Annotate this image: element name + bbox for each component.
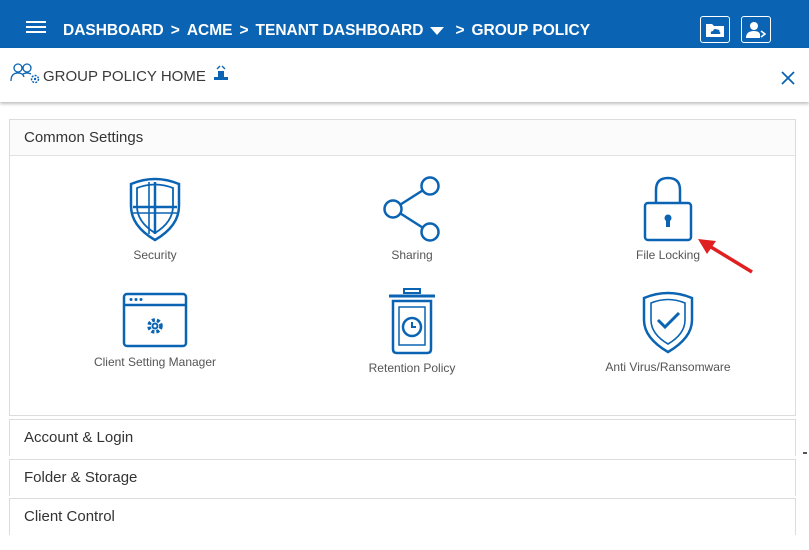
folder-storage-panel[interactable]: Folder & Storage (9, 459, 796, 496)
folder-storage-header[interactable]: Folder & Storage (10, 460, 795, 496)
settings-window-icon (122, 292, 188, 348)
hamburger-menu-icon[interactable] (26, 21, 46, 35)
breadcrumb-separator: > (239, 22, 249, 39)
user-arrow-icon (746, 21, 766, 38)
tile-client-setting-manager[interactable]: Client Setting Manager (55, 289, 255, 369)
account-login-header[interactable]: Account & Login (10, 420, 795, 456)
share-icon (383, 176, 440, 242)
user-switch-button[interactable] (741, 16, 771, 43)
top-bar: DASHBOARD > ACME > TENANT DASHBOARD > GR… (0, 0, 809, 48)
breadcrumb-dashboard[interactable]: DASHBOARD (63, 22, 164, 40)
tile-label-sharing: Sharing (391, 248, 433, 262)
shield-check-icon (642, 291, 694, 354)
tile-retention-policy[interactable]: Retention Policy (312, 287, 512, 375)
tile-label-anti-virus: Anti Virus/Ransomware (605, 360, 731, 374)
breadcrumb-group-policy: GROUP POLICY (471, 22, 591, 39)
tile-label-client-setting-manager: Client Setting Manager (93, 355, 217, 369)
annotation-arrow-icon (698, 239, 753, 274)
tile-label-retention-policy: Retention Policy (368, 361, 456, 375)
trash-clock-icon (389, 288, 435, 355)
breadcrumb: DASHBOARD > ACME > TENANT DASHBOARD > GR… (63, 21, 590, 41)
account-login-panel[interactable]: Account & Login (9, 419, 796, 456)
close-icon[interactable] (780, 70, 796, 86)
breadcrumb-tenant-dashboard[interactable]: TENANT DASHBOARD (256, 22, 424, 40)
tile-anti-virus[interactable]: Anti Virus/Ransomware (568, 288, 768, 374)
tile-label-security: Security (133, 248, 177, 262)
tile-sharing[interactable]: Sharing (312, 176, 512, 262)
client-control-header[interactable]: Client Control (10, 499, 795, 535)
group-settings-icon (10, 63, 40, 84)
scroll-tick (803, 452, 807, 454)
breadcrumb-separator: > (455, 22, 465, 39)
breadcrumb-acme[interactable]: ACME (187, 22, 233, 40)
caret-down-icon[interactable] (430, 26, 445, 36)
shield-icon (129, 177, 181, 242)
lock-icon (643, 176, 693, 242)
broadcast-icon[interactable] (213, 65, 229, 81)
breadcrumb-separator: > (170, 22, 180, 39)
page-title: GROUP POLICY HOME (43, 68, 206, 85)
tile-security[interactable]: Security (55, 176, 255, 262)
cloud-folder-button[interactable] (700, 16, 730, 43)
common-settings-header[interactable]: Common Settings (10, 120, 795, 156)
cloud-folder-icon (706, 23, 724, 37)
client-control-panel[interactable]: Client Control (9, 498, 796, 535)
